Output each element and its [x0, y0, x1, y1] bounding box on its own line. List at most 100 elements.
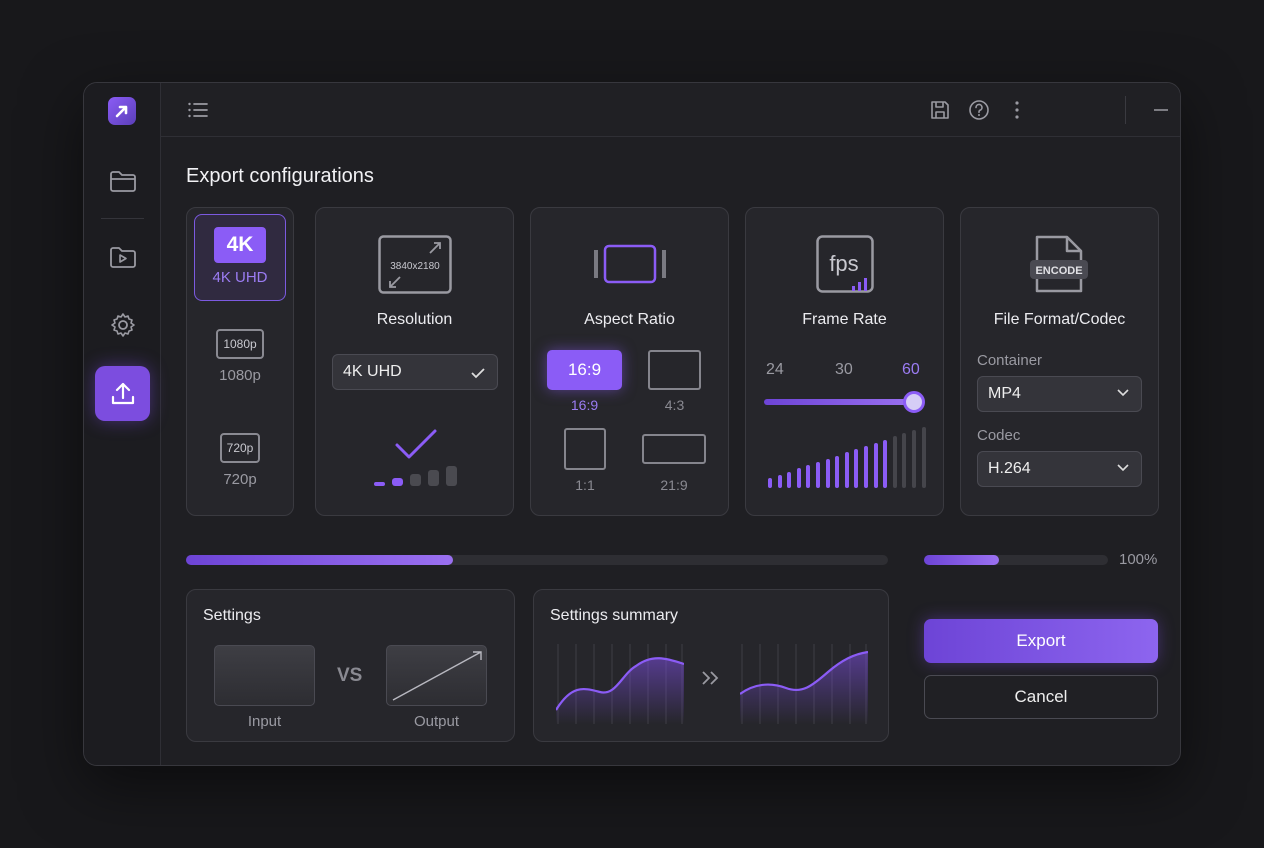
input-preview[interactable]	[214, 645, 315, 706]
output-label: Output	[413, 713, 460, 730]
fps-bar	[883, 439, 888, 488]
4k-badge: 4K	[214, 227, 266, 263]
app-logo	[108, 97, 136, 125]
settings-summary-panel: Settings summary	[533, 589, 889, 742]
minimize-icon	[1154, 109, 1168, 111]
menu-button[interactable]	[185, 97, 211, 123]
more-button[interactable]	[1004, 97, 1030, 123]
aspect-4-3-option[interactable]	[648, 350, 701, 390]
chevron-down-icon	[1117, 464, 1129, 472]
export-button[interactable]: Export	[924, 619, 1158, 663]
help-button[interactable]	[966, 97, 992, 123]
save-button[interactable]	[927, 97, 953, 123]
frame-rate-slider-track[interactable]	[764, 399, 914, 405]
aspect-16-9-option[interactable]: 16:9	[547, 350, 622, 390]
quality-bar	[446, 466, 457, 486]
preset-4k[interactable]: 4K 4K UHD	[194, 214, 286, 301]
aspect-ratio-title: Aspect Ratio	[584, 311, 675, 328]
resolution-card: 3840x2180 Resolution 4K UHD	[315, 207, 514, 516]
fps-icon: fps	[816, 235, 874, 293]
encode-icon-text: ENCODE	[1035, 265, 1082, 277]
fps-bar	[768, 478, 772, 488]
resolution-value: 4K UHD	[343, 363, 402, 380]
check-mark-icon	[395, 429, 437, 459]
output-preview[interactable]	[386, 645, 487, 706]
fps-bar	[777, 474, 782, 488]
preset-label: 720p	[223, 471, 257, 488]
sidebar-item-settings[interactable]	[95, 297, 150, 352]
fps-bar	[806, 465, 811, 488]
minimize-button[interactable]	[1148, 97, 1174, 123]
fps-bar	[912, 430, 916, 488]
aspect-1-1-label: 1:1	[575, 477, 595, 493]
top-bar	[161, 83, 1180, 137]
fps-30-option[interactable]: 30	[835, 361, 853, 379]
preset-720p[interactable]: 720p 720p	[194, 433, 286, 488]
frame-rate-slider-handle[interactable]	[903, 391, 925, 413]
settings-panel-title: Settings	[203, 607, 261, 624]
resolution-select[interactable]: 4K UHD	[332, 354, 498, 390]
input-label: Input	[247, 713, 282, 730]
preset-1080p[interactable]: 1080p 1080p	[194, 329, 286, 384]
container-label: Container	[977, 352, 1043, 369]
720p-badge: 720p	[219, 433, 261, 463]
quality-bar	[428, 470, 439, 486]
sidebar-item-media[interactable]	[95, 229, 150, 284]
container-value: MP4	[988, 385, 1021, 402]
quality-bar	[410, 474, 421, 486]
secondary-progress-bar	[924, 555, 1108, 565]
sidebar-item-export[interactable]	[95, 366, 150, 421]
fps-bar	[902, 433, 907, 488]
progress-percent: 100%	[1119, 551, 1158, 568]
sidebar	[84, 83, 161, 765]
cancel-button[interactable]: Cancel	[924, 675, 1158, 719]
aspect-21-9-option[interactable]	[642, 434, 706, 464]
save-icon	[931, 101, 949, 119]
sidebar-divider	[101, 218, 144, 219]
aspect-ratio-card: Aspect Ratio 16:9 16:9 4:3 1:1 21:9	[530, 207, 729, 516]
fps-24-option[interactable]: 24	[766, 361, 784, 379]
fps-bar	[844, 452, 849, 488]
fps-bar	[816, 462, 820, 488]
codec-select[interactable]: H.264	[977, 451, 1142, 487]
codec-value: H.264	[988, 460, 1031, 477]
aspect-4-3-label: 4:3	[664, 397, 685, 413]
resolution-presets-card: 4K 4K UHD 1080p 1080p 720p 720p	[186, 207, 294, 516]
resolution-title: Resolution	[376, 311, 453, 328]
frame-rate-title: Frame Rate	[802, 311, 887, 328]
play-folder-icon	[109, 246, 136, 268]
frame-rate-card: fps Frame Rate 24 30 60	[745, 207, 944, 516]
page-title: Export configurations	[186, 165, 374, 187]
quality-bar	[374, 482, 385, 486]
encode-file-icon: ENCODE	[1030, 235, 1088, 293]
app-window: Export configurations 4K 4K UHD 1080p 10…	[83, 82, 1181, 766]
more-icon	[1015, 101, 1019, 119]
fps-bar	[787, 471, 792, 488]
double-chevron-right-icon	[702, 671, 719, 685]
menu-icon	[188, 102, 208, 118]
fps-icon-text: fps	[829, 251, 858, 276]
container-select[interactable]: MP4	[977, 376, 1142, 412]
format-codec-card: ENCODE File Format/Codec Container MP4 C…	[960, 207, 1159, 516]
fps-bar	[835, 455, 840, 488]
summary-chart-before	[556, 644, 684, 724]
check-icon	[471, 368, 485, 379]
chevron-down-icon	[1117, 389, 1129, 397]
sidebar-item-folder[interactable]	[95, 153, 150, 208]
fps-bar	[892, 436, 897, 488]
secondary-progress-fill	[924, 555, 1000, 565]
toolbar-divider	[1125, 96, 1126, 124]
upload-icon	[111, 382, 134, 404]
preset-label: 1080p	[219, 367, 261, 384]
main-progress-fill	[186, 555, 453, 565]
fps-bar	[854, 449, 859, 488]
fps-bar	[921, 426, 926, 488]
help-icon	[969, 100, 989, 120]
fps-bar	[864, 446, 868, 488]
resolution-icon-text: 3840x2180	[390, 261, 440, 272]
fps-60-option[interactable]: 60	[902, 361, 920, 379]
format-title: File Format/Codec	[993, 311, 1126, 328]
aspect-1-1-option[interactable]	[564, 428, 606, 470]
codec-label: Codec	[977, 427, 1021, 444]
aspect-16-9-label: 16:9	[570, 397, 599, 413]
